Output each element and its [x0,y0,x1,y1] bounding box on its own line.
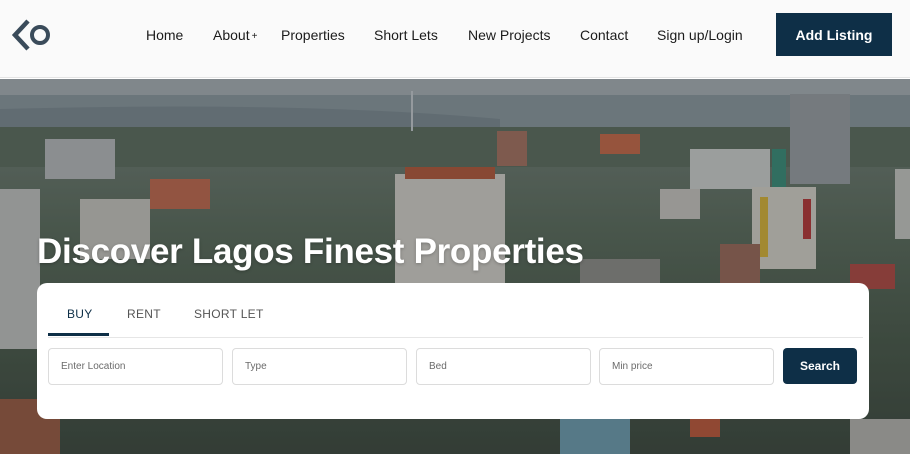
site-header: Home About + Properties Short Lets New Pr… [0,0,910,78]
plus-icon: + [251,31,258,42]
tab-rent[interactable]: RENT [127,307,161,321]
hero-title: Discover Lagos Finest Properties [37,232,584,271]
add-listing-button[interactable]: Add Listing [776,13,892,56]
nav-properties[interactable]: Properties [281,26,345,44]
nav-home[interactable]: Home [146,26,183,44]
location-input[interactable]: Enter Location [48,348,223,385]
nav-contact[interactable]: Contact [580,26,628,44]
search-button[interactable]: Search [783,348,857,384]
nav-new-projects[interactable]: New Projects [468,26,550,44]
nav-short-lets[interactable]: Short Lets [374,26,438,44]
search-tabs: BUY RENT SHORT LET [48,283,863,338]
bed-select[interactable]: Bed [416,348,591,385]
tab-buy[interactable]: BUY [67,307,93,321]
nav-about[interactable]: About + [213,26,257,46]
tab-short-let[interactable]: SHORT LET [194,307,264,321]
active-tab-indicator [48,333,109,336]
min-price-input[interactable]: Min price [599,348,774,385]
nav-about-label: About [213,27,250,43]
logo-icon[interactable] [12,16,54,54]
property-search-card: BUY RENT SHORT LET Enter Location Type B… [37,283,869,419]
type-select[interactable]: Type [232,348,407,385]
nav-signup-login[interactable]: Sign up/Login [657,26,743,44]
